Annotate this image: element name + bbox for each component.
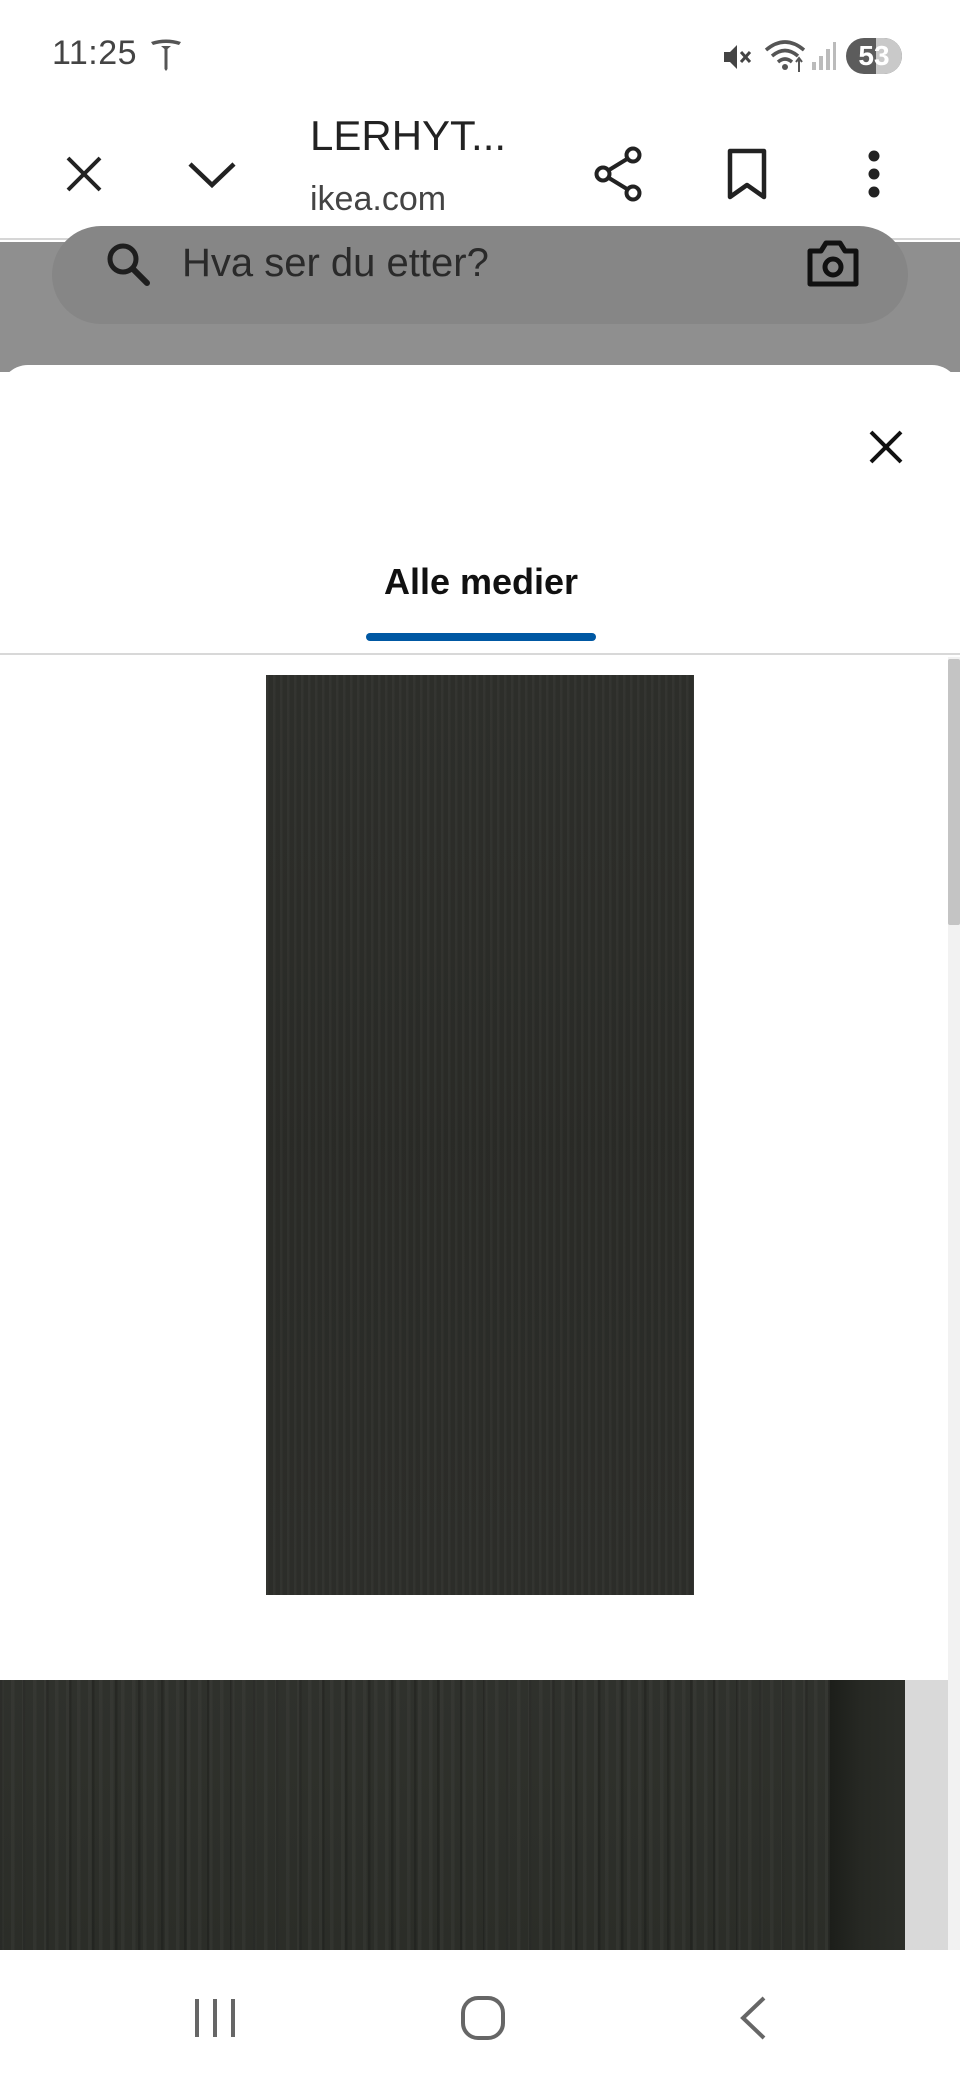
media-modal: Alle medier bbox=[0, 365, 960, 1950]
bookmark-icon bbox=[727, 148, 767, 200]
close-icon bbox=[869, 430, 903, 464]
more-vert-icon bbox=[868, 150, 880, 198]
browser-toolbar: LERHYT... ikea.com bbox=[0, 108, 960, 240]
tab-all-media[interactable]: Alle medier bbox=[366, 555, 596, 645]
modal-scrollbar[interactable] bbox=[948, 657, 960, 1950]
camera-icon bbox=[807, 240, 859, 287]
mute-icon bbox=[724, 45, 752, 69]
home-icon bbox=[461, 1996, 505, 2040]
close-icon bbox=[66, 156, 102, 192]
tab-active-indicator bbox=[366, 633, 596, 641]
back-icon bbox=[740, 1996, 766, 2040]
product-image-wood-detail[interactable] bbox=[0, 1680, 905, 1950]
recents-icon bbox=[195, 1999, 235, 2037]
page-domain: ikea.com bbox=[310, 180, 447, 218]
back-button[interactable] bbox=[713, 1978, 793, 2058]
search-bar: Hva ser du etter? bbox=[52, 226, 908, 324]
modal-close-button[interactable] bbox=[854, 415, 918, 479]
wood-edge bbox=[830, 1680, 905, 1950]
status-time: 11:25 bbox=[52, 34, 138, 72]
more-options-button[interactable] bbox=[838, 138, 910, 210]
recents-button[interactable] bbox=[175, 1978, 255, 2058]
search-placeholder: Hva ser du etter? bbox=[182, 241, 489, 285]
wifi-icon bbox=[764, 40, 806, 72]
home-button[interactable] bbox=[443, 1978, 523, 2058]
share-icon bbox=[594, 146, 642, 202]
chevron-down-icon bbox=[188, 162, 236, 189]
battery-indicator: 53 bbox=[846, 38, 902, 74]
tab-label: Alle medier bbox=[383, 561, 579, 602]
bookmark-button[interactable] bbox=[711, 138, 783, 210]
signal-icon bbox=[812, 42, 836, 70]
product-image-door-panel[interactable] bbox=[266, 675, 694, 1595]
image-gap bbox=[905, 1680, 948, 1950]
tab-divider bbox=[0, 653, 960, 655]
status-bar: 11:25 53 bbox=[0, 0, 960, 108]
minimize-button[interactable] bbox=[176, 138, 248, 210]
page-title: LERHYT... bbox=[310, 112, 507, 159]
close-tab-button[interactable] bbox=[48, 138, 120, 210]
share-button[interactable] bbox=[583, 138, 655, 210]
tesla-icon bbox=[151, 39, 181, 71]
search-icon bbox=[107, 243, 150, 286]
battery-level: 53 bbox=[858, 40, 890, 71]
navigation-bar bbox=[0, 1950, 960, 2080]
screen: 11:25 53 LERHYT... ikea.com Hva ser du e… bbox=[0, 0, 960, 2080]
scrollbar-thumb[interactable] bbox=[948, 659, 960, 925]
